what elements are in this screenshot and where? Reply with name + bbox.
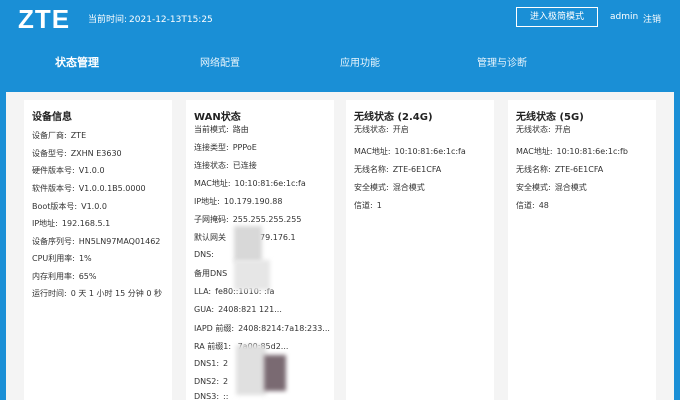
zte-logo: ZTE	[18, 4, 71, 34]
wifi-5g-panel: 无线状态 (5G) 无线状态: 开启 MAC地址: 10:10:81:6e:1c:f…	[508, 100, 656, 400]
device-info-title: 设备信息	[32, 112, 72, 123]
user-name: admin	[610, 12, 639, 22]
wan-row: GUA: 2408:821 121...	[194, 305, 282, 314]
wan-row: 连接状态: 已连接	[194, 161, 257, 170]
wifi5-row: 信道: 48	[516, 201, 549, 210]
wan-status-title: WAN状态	[194, 112, 241, 123]
simple-mode-button[interactable]: 进入极简模式	[516, 7, 598, 27]
device-info-panel: 设备信息 设备厂商: ZTE 设备型号: ZXHN E3630 硬件版本号: V1.0…	[24, 100, 172, 400]
current-time: 当前时间: 2021-12-13T15:25	[88, 12, 215, 25]
wifi24-row: 安全模式: 混合模式	[354, 183, 425, 192]
device-row: 内存利用率: 65%	[32, 272, 97, 281]
device-row: CPU利用率: 1%	[32, 254, 92, 263]
wan-row: DNS3:::	[194, 392, 229, 400]
wan-row: 当前模式: 路由	[194, 125, 249, 134]
privacy-blur	[236, 345, 266, 395]
wan-row: DNS1: 2	[194, 359, 229, 368]
wan-row: DNS2: 2	[194, 377, 229, 386]
time-label: 当前时间:	[88, 15, 128, 25]
nav-apps[interactable]: 应用功能	[340, 54, 380, 69]
content-area: 设备信息 设备厂商: ZTE 设备型号: ZXHN E3630 硬件版本号: V1.0…	[6, 92, 674, 400]
wan-row: DNS:	[194, 250, 214, 259]
top-bar: ZTE 当前时间: 2021-12-13T15:25 进入极简模式 admin 注…	[0, 0, 680, 92]
device-row: IP地址: 192.168.5.1	[32, 219, 111, 228]
wifi5-row: 安全模式: 混合模式	[516, 183, 587, 192]
wifi-24g-panel: 无线状态 (2.4G) 无线状态: 开启 MAC地址: 10:10:81:6e:1c…	[346, 100, 494, 400]
nav-status[interactable]: 状态管理	[55, 54, 99, 70]
privacy-blur	[234, 260, 270, 290]
wan-status-panel: WAN状态 当前模式: 路由 连接类型: PPPoE 连接状态: 已连接 MAC地址:…	[186, 100, 334, 400]
wan-row: 备用DNS	[194, 269, 228, 278]
device-row: Boot版本号: V1.0.0	[32, 202, 107, 211]
device-row: 软件版本号: V1.0.0.1B5.0000	[32, 184, 146, 193]
wifi-24g-title: 无线状态 (2.4G)	[354, 112, 433, 123]
wifi24-row: 无线状态: 开启	[354, 125, 409, 134]
nav-management[interactable]: 管理与诊断	[477, 54, 527, 69]
wifi5-row: MAC地址: 10:10:81:6e:1c:fb	[516, 147, 628, 156]
wan-row: IAPD 前缀: 2408:8214:7a18:233...	[194, 324, 330, 333]
time-value: 2021-12-13T15:25	[129, 15, 213, 25]
wan-row: MAC地址: 10:10:81:6e:1c:fa	[194, 179, 306, 188]
wifi24-row: 无线名称: ZTE-6E1CFA	[354, 165, 442, 174]
logout-link[interactable]: 注销	[643, 12, 661, 25]
wifi5-row: 无线状态: 开启	[516, 125, 571, 134]
wifi24-row: MAC地址: 10:10:81:6e:1c:fa	[354, 147, 466, 156]
wifi-5g-title: 无线状态 (5G)	[516, 112, 584, 123]
device-row: 设备厂商: ZTE	[32, 131, 87, 140]
wifi5-row: 无线名称: ZTE-6E1CFA	[516, 165, 604, 174]
device-row: 设备序列号: HN5LN97MAQ01462	[32, 237, 161, 246]
wifi24-row: 信道: 1	[354, 201, 382, 210]
device-row: 运行时间: 0 天 1 小时 15 分钟 0 秒	[32, 289, 162, 298]
wan-row: 连接类型: PPPoE	[194, 143, 257, 152]
device-row: 硬件版本号: V1.0.0	[32, 166, 105, 175]
nav-network[interactable]: 网络配置	[200, 54, 240, 69]
privacy-blur	[234, 226, 262, 262]
privacy-blur	[264, 355, 286, 391]
wan-row: IP地址: 10.179.190.88	[194, 197, 283, 206]
device-row: 设备型号: ZXHN E3630	[32, 149, 122, 158]
wan-row: 子网掩码: 255.255.255.255	[194, 215, 302, 224]
